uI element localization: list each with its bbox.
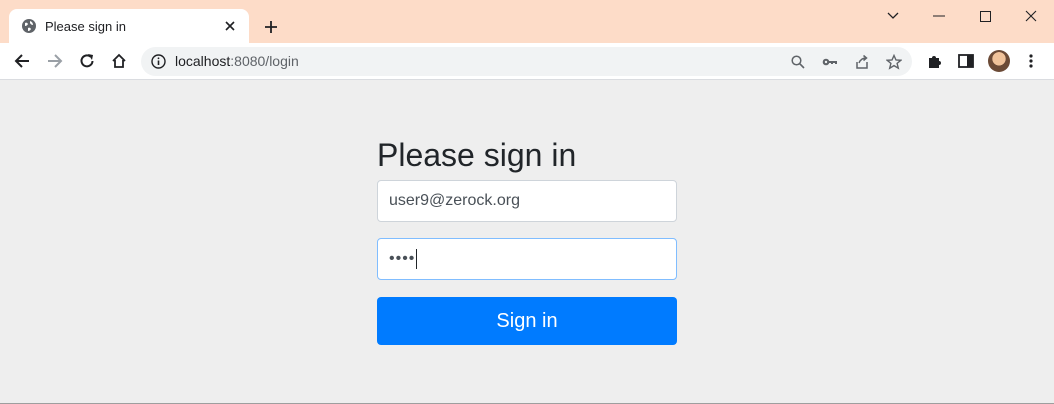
home-icon[interactable] (105, 47, 133, 75)
browser-toolbar: localhost:8080/login (0, 43, 1054, 80)
arrow-left-icon[interactable] (8, 47, 36, 75)
text-caret (416, 248, 418, 269)
more-vert-icon[interactable] (1017, 47, 1045, 75)
window-close-icon[interactable] (1008, 4, 1054, 28)
signin-form: Please sign in user9@zerock.org •••• Sig… (377, 135, 677, 345)
puzzle-icon[interactable] (921, 47, 949, 75)
page-content: Please sign in user9@zerock.org •••• Sig… (0, 81, 1054, 403)
password-value: •••• (389, 250, 416, 267)
info-icon[interactable] (150, 53, 167, 70)
star-icon[interactable] (885, 53, 903, 71)
page-title: Please sign in (377, 137, 577, 173)
chevron-down-icon[interactable] (870, 4, 916, 28)
username-field[interactable]: user9@zerock.org (377, 180, 677, 222)
globe-icon (21, 18, 37, 34)
plus-icon[interactable] (258, 14, 284, 40)
maximize-icon[interactable] (962, 4, 1008, 28)
url-path: :8080/login (230, 53, 299, 69)
url-text[interactable]: localhost:8080/login (175, 53, 299, 69)
username-value: user9@zerock.org (389, 192, 520, 209)
tab-close-icon[interactable] (221, 17, 239, 35)
title-bar: Please sign in (0, 0, 1054, 43)
signin-button[interactable]: Sign in (377, 297, 677, 345)
search-icon[interactable] (789, 53, 807, 71)
key-icon[interactable] (821, 53, 839, 71)
avatar[interactable] (988, 50, 1010, 72)
arrow-right-icon[interactable] (41, 47, 69, 75)
minimize-icon[interactable] (916, 4, 962, 28)
side-panel-icon[interactable] (952, 47, 980, 75)
reload-icon[interactable] (73, 47, 101, 75)
address-bar[interactable]: localhost:8080/login (141, 47, 912, 76)
tab-title: Please sign in (45, 18, 126, 34)
tab-active[interactable]: Please sign in (9, 9, 249, 43)
url-host: localhost (175, 53, 231, 69)
share-icon[interactable] (853, 53, 871, 71)
password-field[interactable]: •••• (377, 238, 677, 280)
